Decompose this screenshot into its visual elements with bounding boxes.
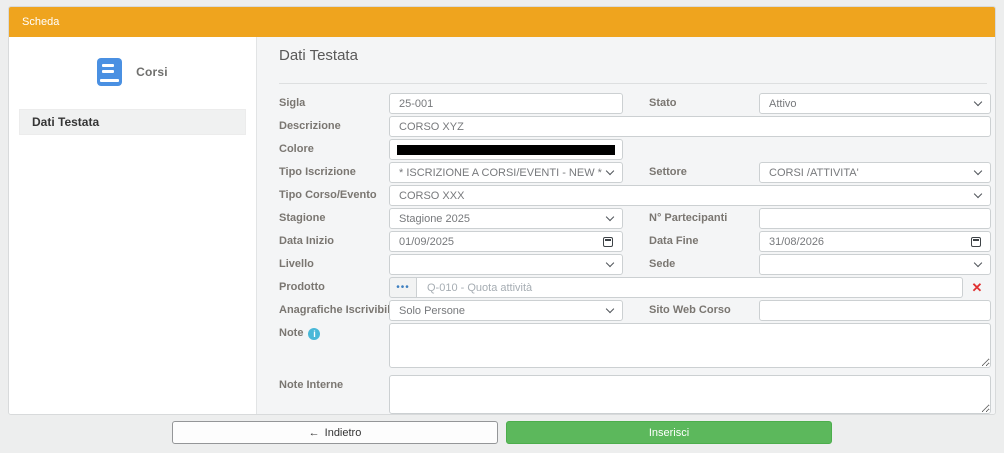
tipo-iscrizione-label: Tipo Iscrizione <box>279 162 356 183</box>
data-fine-label: Data Fine <box>649 231 699 252</box>
stato-select-value: Attivo <box>769 98 975 110</box>
back-button[interactable]: ← Indietro <box>172 421 498 444</box>
data-inizio-label: Data Inizio <box>279 231 334 252</box>
tipo-corso-evento-select[interactable]: CORSO XXX <box>389 185 991 206</box>
settore-label: Settore <box>649 162 687 183</box>
chevron-down-icon <box>974 190 982 198</box>
data-inizio-value: 01/09/2025 <box>399 236 603 248</box>
window-body: Corsi Dati Testata Dati Testata Sigla St… <box>9 37 995 414</box>
note-interne-textarea[interactable] <box>389 375 991 414</box>
module-label: Corsi <box>136 65 168 79</box>
anagrafiche-iscrivibili-select[interactable]: Solo Persone <box>389 300 623 321</box>
sede-label: Sede <box>649 254 675 275</box>
main-panel: Dati Testata Sigla Stato Attivo Descrizi… <box>257 37 995 414</box>
note-interne-label: Note Interne <box>279 375 343 396</box>
prodotto-lookup-button[interactable]: ••• <box>389 277 417 298</box>
sede-select[interactable] <box>759 254 991 275</box>
sigla-label: Sigla <box>279 93 305 114</box>
submit-button[interactable]: Inserisci <box>506 421 832 444</box>
chevron-down-icon <box>606 213 614 221</box>
sito-web-corso-input[interactable] <box>759 300 991 321</box>
chevron-down-icon <box>974 98 982 106</box>
submit-button-label: Inserisci <box>649 427 689 439</box>
prodotto-remove-icon[interactable]: ✕ <box>969 277 985 298</box>
anagrafiche-iscrivibili-select-value: Solo Persone <box>399 305 607 317</box>
chevron-down-icon <box>606 305 614 313</box>
tipo-corso-evento-select-value: CORSO XXX <box>399 190 975 202</box>
calendar-icon <box>971 237 981 247</box>
settore-select-value: CORSI /ATTIVITA' <box>769 167 975 179</box>
tipo-iscrizione-select-value: * ISCRIZIONE A CORSI/EVENTI - NEW * <box>399 167 607 179</box>
note-textarea[interactable] <box>389 323 991 368</box>
settore-select[interactable]: CORSI /ATTIVITA' <box>759 162 991 183</box>
descrizione-label: Descrizione <box>279 116 341 137</box>
sidebar-module-corsi[interactable]: Corsi <box>9 51 256 93</box>
chevron-down-icon <box>606 259 614 267</box>
sidebar-item-dati-testata[interactable]: Dati Testata <box>19 109 246 135</box>
stagione-select[interactable]: Stagione 2025 <box>389 208 623 229</box>
prodotto-group: ••• Q-010 - Quota attività <box>389 277 963 298</box>
section-title: Dati Testata <box>279 47 358 64</box>
stagione-select-value: Stagione 2025 <box>399 213 607 225</box>
chevron-down-icon <box>606 167 614 175</box>
sidebar: Corsi Dati Testata <box>9 37 257 414</box>
book-icon <box>97 58 122 86</box>
descrizione-input[interactable] <box>389 116 991 137</box>
back-button-label: Indietro <box>325 427 362 439</box>
calendar-icon <box>603 237 613 247</box>
sigla-input[interactable] <box>389 93 623 114</box>
data-fine-value: 31/08/2026 <box>769 236 971 248</box>
chevron-down-icon <box>974 259 982 267</box>
note-label: Notei <box>279 323 320 344</box>
chevron-down-icon <box>974 167 982 175</box>
colore-label: Colore <box>279 139 314 160</box>
window-title: Scheda <box>22 16 59 28</box>
prodotto-value: Q-010 - Quota attività <box>427 282 532 294</box>
stagione-label: Stagione <box>279 208 325 229</box>
note-label-text: Note <box>279 327 303 339</box>
sidebar-item-label: Dati Testata <box>32 115 99 129</box>
color-swatch <box>397 145 615 155</box>
livello-select[interactable] <box>389 254 623 275</box>
stato-label: Stato <box>649 93 677 114</box>
info-icon[interactable]: i <box>308 328 320 340</box>
livello-label: Livello <box>279 254 314 275</box>
prodotto-input[interactable]: Q-010 - Quota attività <box>417 277 963 298</box>
colore-color-input[interactable] <box>389 139 623 160</box>
window-titlebar: Scheda <box>9 7 995 37</box>
prodotto-label: Prodotto <box>279 277 325 298</box>
data-inizio-date-input[interactable]: 01/09/2025 <box>389 231 623 252</box>
data-fine-date-input[interactable]: 31/08/2026 <box>759 231 991 252</box>
tipo-iscrizione-select[interactable]: * ISCRIZIONE A CORSI/EVENTI - NEW * <box>389 162 623 183</box>
anagrafiche-iscrivibili-label: Anagrafiche Iscrivibili <box>279 300 393 321</box>
n-partecipanti-label: N° Partecipanti <box>649 208 727 229</box>
scheda-window: Scheda Corsi Dati Testata Dati Testata S… <box>8 6 996 415</box>
back-arrow-icon: ← <box>309 427 320 439</box>
tipo-corso-evento-label: Tipo Corso/Evento <box>279 185 377 206</box>
n-partecipanti-input[interactable] <box>759 208 991 229</box>
sito-web-corso-label: Sito Web Corso <box>649 300 731 321</box>
section-divider <box>279 83 987 84</box>
footer-actions: ← Indietro Inserisci <box>0 421 1004 444</box>
stato-select[interactable]: Attivo <box>759 93 991 114</box>
